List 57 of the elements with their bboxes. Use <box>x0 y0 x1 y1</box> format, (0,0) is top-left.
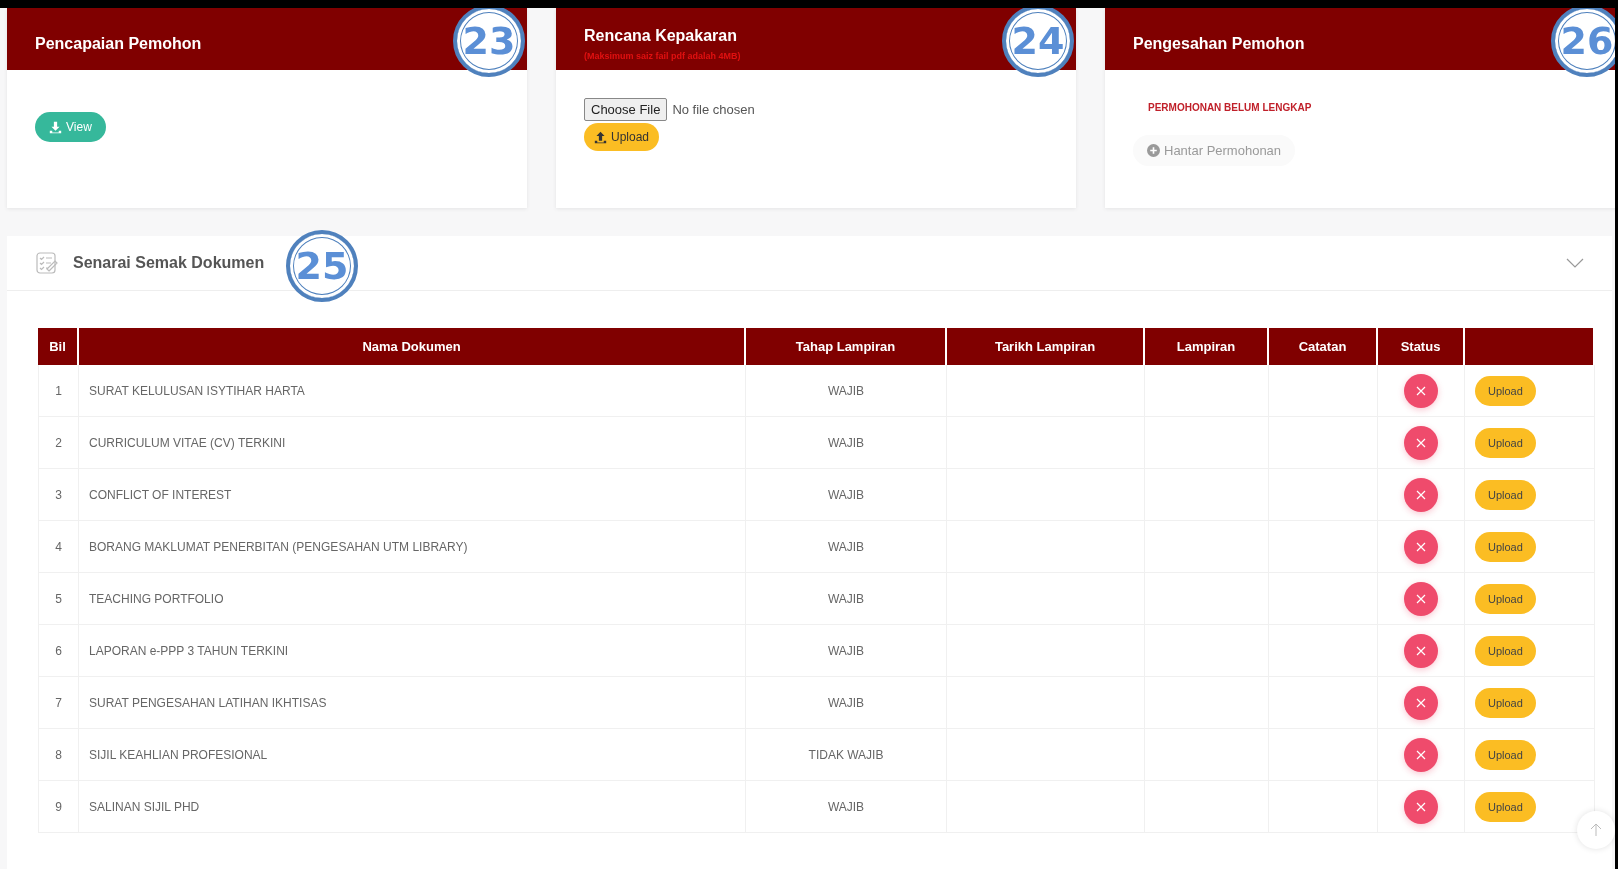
column-header: Lampiran <box>1145 328 1269 365</box>
column-header: Nama Dokumen <box>79 328 746 365</box>
table-cell: CURRICULUM VITAE (CV) TERKINI <box>79 417 746 469</box>
table-cell: WAJIB <box>746 469 947 521</box>
table-cell: WAJIB <box>746 365 947 417</box>
upload-button[interactable]: Upload <box>584 123 660 151</box>
table-cell: TEACHING PORTFOLIO <box>79 573 746 625</box>
arrow-up-icon <box>1590 823 1602 837</box>
table-cell: 4 <box>38 521 79 573</box>
table-cell: SALINAN SIJIL PHD <box>79 781 746 833</box>
plus-circle-icon <box>1147 144 1160 157</box>
table-cell: 2 <box>38 417 79 469</box>
table-cell: 5 <box>38 573 79 625</box>
chevron-icon[interactable] <box>1566 258 1584 268</box>
upload-button[interactable]: Upload <box>1475 635 1536 666</box>
table-cell: WAJIB <box>746 625 947 677</box>
section-title: Senarai Semak Dokumen <box>73 254 265 272</box>
table-cell: 6 <box>38 625 79 677</box>
file-status: No file chosen <box>672 102 755 117</box>
column-header: Tahap Lampiran <box>746 328 947 365</box>
callout-number: 26 <box>1551 8 1615 77</box>
table-cell: 8 <box>38 729 79 781</box>
upload-button[interactable]: Upload <box>1475 739 1536 770</box>
table-cell: WAJIB <box>746 417 947 469</box>
table-cell: SIJIL KEAHLIAN PROFESIONAL <box>79 729 746 781</box>
table-cell: 3 <box>38 469 79 521</box>
table-cell: WAJIB <box>746 573 947 625</box>
table-cell: 9 <box>38 781 79 833</box>
column-header: Status <box>1378 328 1465 365</box>
table-cell: 7 <box>38 677 79 729</box>
upload-button[interactable]: Upload <box>1475 687 1536 718</box>
table-cell: CONFLICT OF INTEREST <box>79 469 746 521</box>
table-cell: LAPORAN e-PPP 3 TAHUN TERKINI <box>79 625 746 677</box>
choose-file-button[interactable]: Choose File <box>584 98 668 121</box>
upload-button[interactable]: Upload <box>1475 583 1536 614</box>
table-cell: SURAT PENGESAHAN LATIHAN IKHTISAS <box>79 677 746 729</box>
table-cell: SURAT KELULUSAN ISYTIHAR HARTA <box>79 365 746 417</box>
upload-button[interactable]: Upload <box>1475 531 1536 562</box>
status-warning: PERMOHONAN BELUM LENGKAP <box>1148 102 1312 113</box>
file-size-note: (Maksimum saiz fail pdf adalah 4MB) <box>584 51 742 61</box>
upload-icon <box>594 130 607 144</box>
upload-button[interactable]: Upload <box>1475 427 1536 458</box>
download-icon <box>49 120 62 134</box>
table-cell: WAJIB <box>746 521 947 573</box>
column-header: Catatan <box>1269 328 1378 365</box>
table-cell: BORANG MAKLUMAT PENERBITAN (PENGESAHAN UTM LIBRARY) <box>79 521 746 573</box>
table-cell: 1 <box>38 365 79 417</box>
table-cell: WAJIB <box>746 781 947 833</box>
checklist-icon <box>35 251 59 275</box>
callout-number: 25 <box>286 230 358 302</box>
upload-button[interactable]: Upload <box>1475 791 1536 822</box>
table-cell: WAJIB <box>746 677 947 729</box>
upload-button[interactable]: Upload <box>1475 479 1536 510</box>
table-cell: TIDAK WAJIB <box>746 729 947 781</box>
column-header: Tarikh Lampiran <box>947 328 1145 365</box>
upload-button[interactable]: Upload <box>1475 375 1536 406</box>
column-header: Bil <box>38 328 79 365</box>
